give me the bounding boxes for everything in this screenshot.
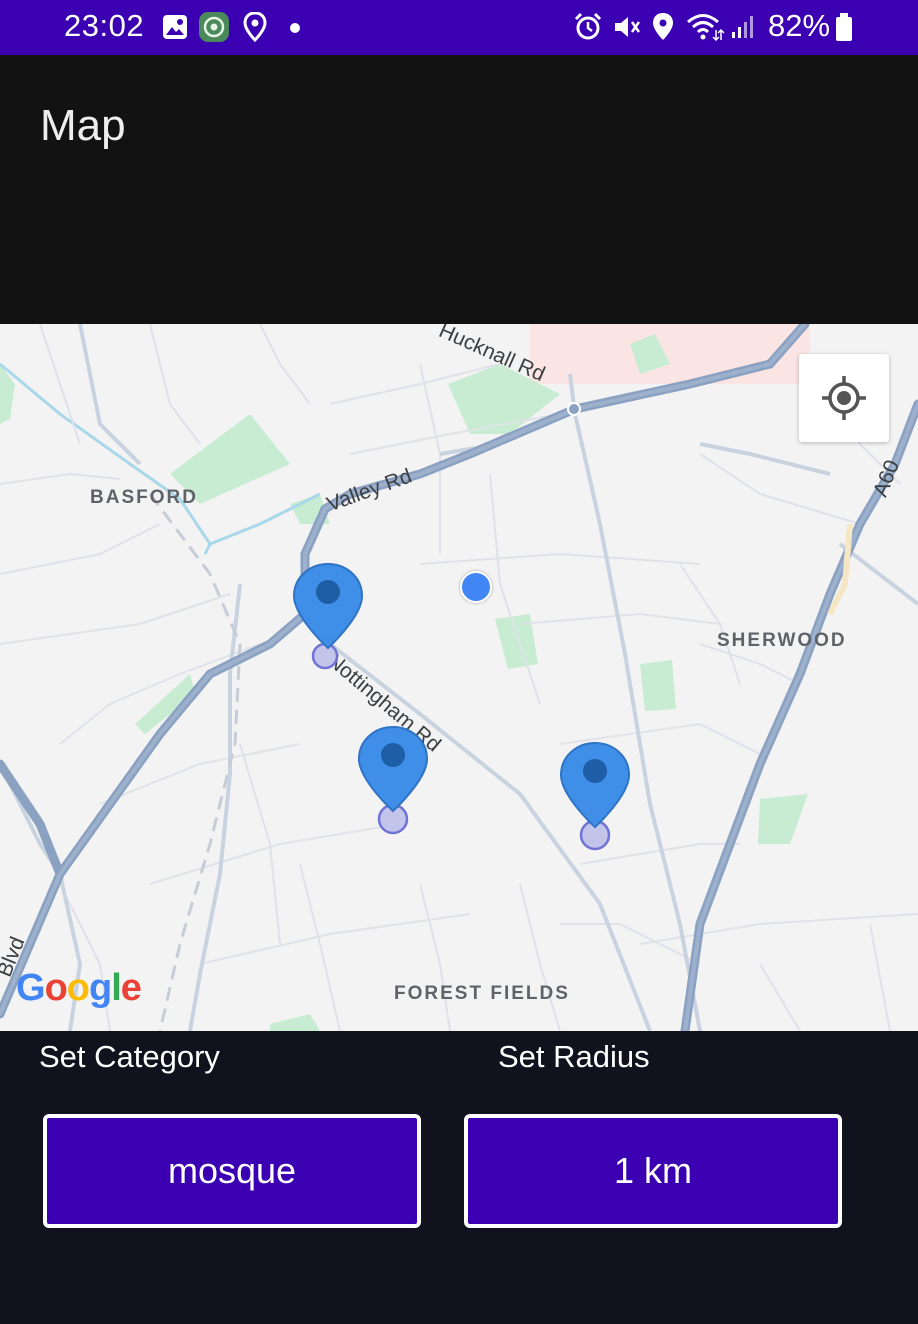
location-icon [653,13,673,40]
battery-icon [836,13,852,41]
signal-icon [732,16,753,38]
crosshair-icon [822,376,866,420]
app-icon [199,12,229,42]
category-button[interactable]: mosque [43,1114,421,1228]
google-logo: Google [16,967,142,1009]
place-marker[interactable] [559,739,631,851]
status-bar: 23:02 82% [0,0,918,55]
map-view[interactable]: BASFORD SHERWOOD FOREST FIELDS Hucknall … [0,324,918,1031]
radius-button[interactable]: 1 km [464,1114,842,1228]
place-marker[interactable] [357,723,429,835]
battery-percentage: 82% [768,8,831,43]
category-value: mosque [167,1150,297,1191]
status-time: 23:02 [64,8,145,43]
mute-icon [615,17,641,37]
area-label-forest-fields: FOREST FIELDS [394,983,570,1004]
location-icon [243,12,267,42]
place-marker[interactable] [292,560,364,672]
wifi-icon [687,14,725,42]
radius-value: 1 km [613,1150,692,1191]
current-location-dot [460,571,492,603]
filter-controls: Set Category Set Radius mosque 1 km [0,1031,918,1324]
page-title: Map [40,101,126,150]
app-bar: Map [0,55,918,324]
map-base [0,324,918,1031]
my-location-button[interactable] [799,354,889,442]
gallery-icon [163,15,187,39]
radius-label: Set Radius [498,1039,650,1074]
dot-icon [290,23,300,33]
area-label-sherwood: SHERWOOD [717,630,847,651]
category-label: Set Category [39,1039,220,1074]
alarm-icon [574,12,602,40]
area-label-basford: BASFORD [90,487,198,508]
